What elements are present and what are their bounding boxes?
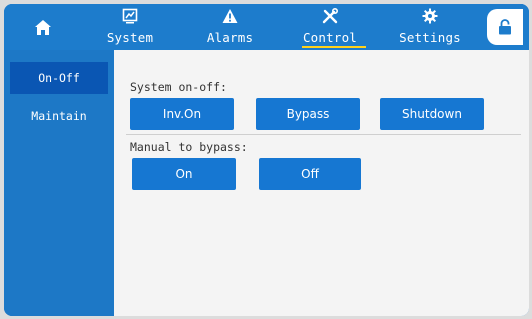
system-onoff-label: System on-off:	[130, 80, 227, 94]
bypass-on-button[interactable]: On	[132, 158, 236, 190]
lock-button[interactable]	[487, 9, 523, 45]
bypass-off-button[interactable]: Off	[259, 158, 361, 190]
lock-icon	[499, 19, 511, 35]
gear-icon	[422, 8, 438, 24]
tab-control[interactable]: Control	[282, 4, 378, 50]
bypass-off-button-label: Off	[301, 167, 319, 181]
active-tab-underline	[302, 46, 366, 48]
shutdown-button-label: Shutdown	[402, 107, 462, 121]
bypass-button-label: Bypass	[286, 107, 330, 121]
tab-system-label: System	[106, 30, 154, 45]
inv-on-button-label: Inv.On	[162, 107, 202, 121]
sidebar-item-label: On-Off	[38, 71, 80, 85]
tab-settings[interactable]: Settings	[382, 4, 478, 50]
manual-bypass-label: Manual to bypass:	[130, 140, 248, 154]
bypass-button[interactable]: Bypass	[256, 98, 360, 130]
tab-system[interactable]: System	[82, 4, 178, 50]
bypass-on-button-label: On	[175, 167, 193, 181]
control-panel: System on-off: Inv.On Bypass Shutdown Ma…	[114, 50, 529, 316]
home-button[interactable]	[4, 4, 82, 50]
tools-icon	[322, 8, 338, 24]
sidebar-item-on-off[interactable]: On-Off	[10, 62, 108, 94]
sidebar-item-label: Maintain	[31, 109, 87, 123]
tab-alarms-label: Alarms	[206, 30, 254, 45]
monitor-chart-icon	[122, 8, 138, 24]
sidebar-item-maintain[interactable]: Maintain	[10, 100, 108, 132]
section-divider	[126, 134, 521, 135]
tab-alarms[interactable]: Alarms	[182, 4, 278, 50]
tab-settings-label: Settings	[399, 30, 461, 45]
inv-on-button[interactable]: Inv.On	[130, 98, 234, 130]
home-icon	[35, 19, 51, 35]
hmi-frame: System Alarms Control Settings On-Off Ma…	[4, 4, 529, 316]
warning-icon	[222, 9, 238, 23]
shutdown-button[interactable]: Shutdown	[380, 98, 484, 130]
top-nav-bar: System Alarms Control Settings	[4, 4, 529, 50]
side-menu: On-Off Maintain	[4, 50, 114, 316]
tab-control-label: Control	[302, 30, 358, 45]
